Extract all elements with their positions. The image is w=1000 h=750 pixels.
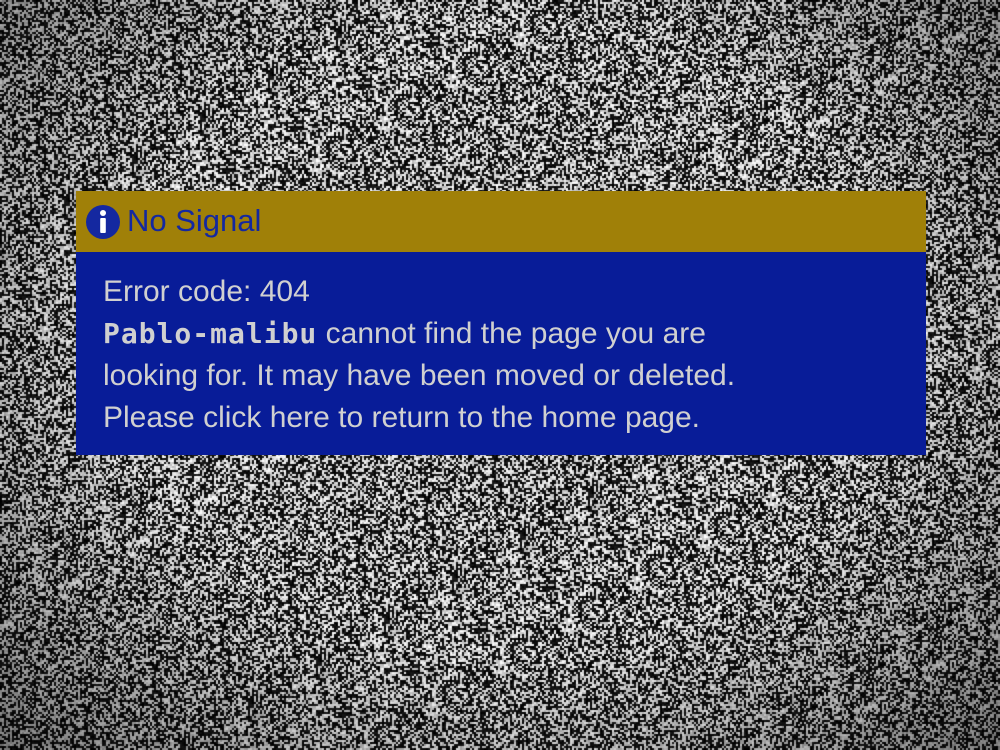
dialog-title-bar: No Signal: [76, 191, 926, 252]
no-signal-dialog: No Signal Error code: 404 Pablo-malibu c…: [76, 191, 926, 455]
dialog-message: Error code: 404 Pablo-malibu cannot find…: [103, 271, 913, 439]
site-name: Pablo-malibu: [103, 317, 318, 350]
info-icon: [85, 204, 121, 240]
dialog-title: No Signal: [127, 203, 262, 238]
message-part-1: cannot find the page you are: [325, 317, 706, 350]
message-line-1: Pablo-malibu cannot find the page you ar…: [103, 313, 913, 355]
message-line-2: looking for. It may have been moved or d…: [103, 359, 736, 392]
dialog-body: Error code: 404 Pablo-malibu cannot find…: [76, 252, 926, 455]
home-page-link[interactable]: Please click here to return to the home …: [103, 397, 913, 439]
error-code-text: Error code: 404: [103, 275, 310, 308]
